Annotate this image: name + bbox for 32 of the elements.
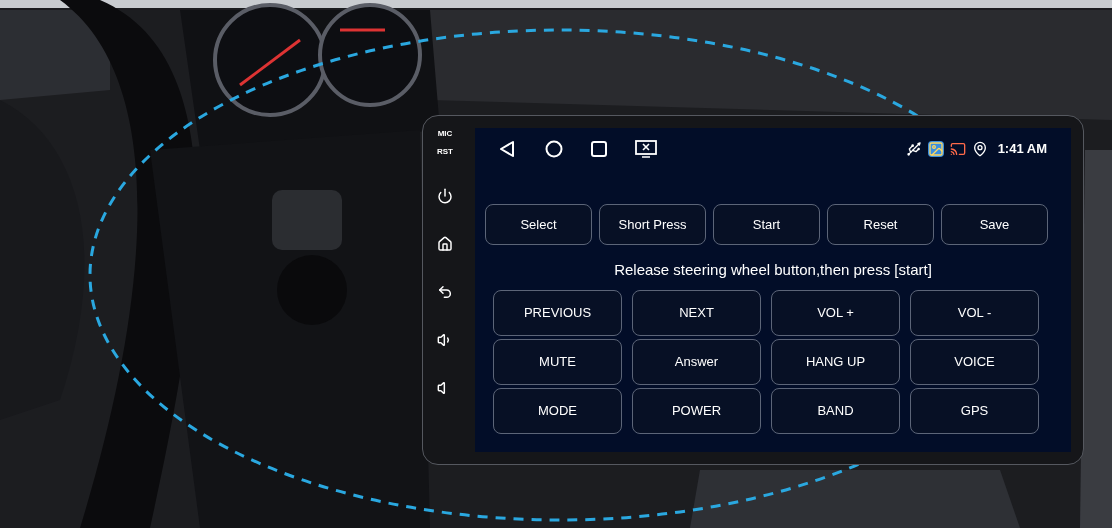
key-button[interactable]: VOICE bbox=[910, 338, 1039, 385]
recent-apps-icon[interactable] bbox=[591, 141, 607, 157]
key-button[interactable]: Answer bbox=[632, 338, 761, 385]
instruction-text: Release steering wheel button,then press [start] bbox=[613, 260, 933, 280]
location-icon bbox=[971, 141, 988, 157]
key-button[interactable]: HANG UP bbox=[771, 338, 900, 385]
key-button[interactable]: Reset bbox=[827, 204, 934, 245]
home-icon[interactable] bbox=[545, 140, 563, 158]
back-icon[interactable] bbox=[499, 140, 515, 158]
key-button[interactable]: BAND bbox=[771, 387, 900, 434]
back-icon[interactable] bbox=[437, 284, 453, 300]
panel-label: RST bbox=[437, 148, 453, 156]
panel-label: MIC bbox=[437, 130, 453, 138]
cast-icon bbox=[949, 141, 966, 157]
home-icon[interactable] bbox=[437, 236, 453, 252]
power-icon[interactable] bbox=[437, 188, 453, 204]
key-button[interactable]: Start bbox=[713, 204, 820, 245]
key-button[interactable]: VOL + bbox=[771, 289, 900, 336]
key-button[interactable]: POWER bbox=[632, 387, 761, 434]
key-button[interactable]: Save bbox=[941, 204, 1048, 245]
key-button[interactable]: MUTE bbox=[493, 338, 622, 385]
key-button[interactable]: VOL - bbox=[910, 289, 1039, 336]
key-button[interactable]: MODE bbox=[493, 387, 622, 434]
key-button[interactable]: GPS bbox=[910, 387, 1039, 434]
clock-time: 1:41 AM bbox=[997, 140, 1047, 159]
gallery-icon bbox=[927, 141, 944, 157]
key-button[interactable]: Select bbox=[485, 204, 592, 245]
key-button[interactable]: NEXT bbox=[632, 289, 761, 336]
key-button[interactable]: PREVIOUS bbox=[493, 289, 622, 336]
key-button[interactable]: Short Press bbox=[599, 204, 706, 245]
usb-icon bbox=[905, 141, 922, 157]
screen-off-icon[interactable] bbox=[635, 140, 657, 158]
